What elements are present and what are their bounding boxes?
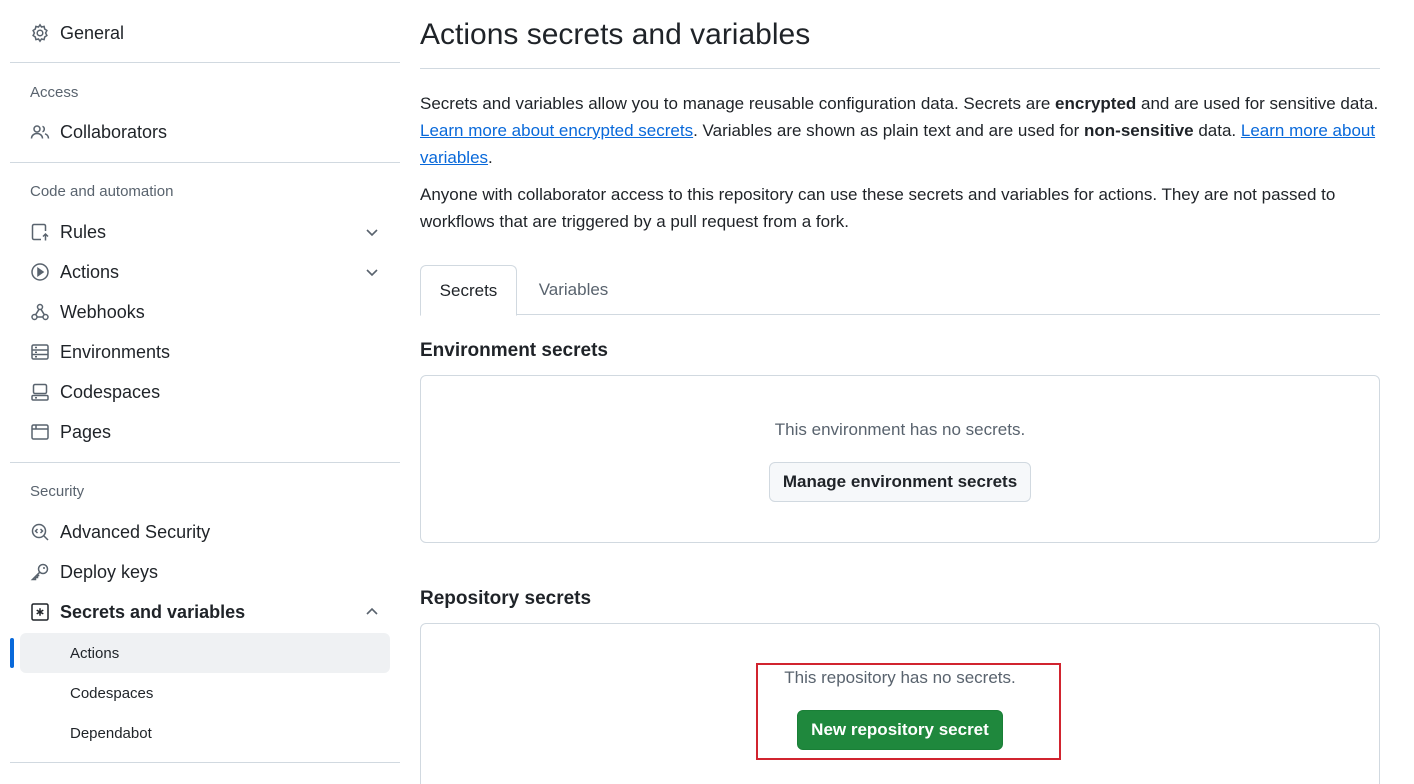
sidebar-item-advanced-security[interactable]: Advanced Security (10, 512, 400, 552)
desc-emphasis: encrypted (1055, 94, 1137, 113)
sidebar-item-collaborators[interactable]: Collaborators (10, 112, 400, 152)
sidebar-item-label: General (60, 22, 125, 43)
secrets-variables-tabs: Secrets Variables (420, 265, 1380, 316)
sidebar-item-webhooks[interactable]: Webhooks (10, 292, 400, 332)
repository-secrets-title: Repository secrets (420, 588, 592, 609)
sidebar-group-access: Access (30, 84, 79, 101)
tab-secrets[interactable]: Secrets (420, 265, 517, 316)
sidebar-item-label: Secrets and variables (60, 601, 246, 622)
highlight-box (756, 663, 1061, 760)
chevron-down-icon[interactable] (364, 264, 380, 280)
sidebar-subitem-label: Actions (70, 644, 120, 662)
active-indicator (10, 638, 14, 668)
repo-push-icon (30, 222, 50, 242)
sidebar-item-label: Deploy keys (60, 561, 159, 582)
key-icon (30, 562, 50, 582)
settings-page: General Access Collaborators Code and au… (0, 0, 1414, 784)
environment-empty-message: This environment has no secrets. (774, 420, 1026, 439)
sidebar-subitem-codespaces[interactable]: Codespaces (20, 673, 390, 713)
codescan-icon (30, 522, 50, 542)
desc-text: Secrets and variables allow you to manag… (420, 94, 1056, 113)
play-icon (30, 262, 50, 282)
environment-secrets-title: Environment secrets (420, 340, 608, 361)
learn-more-secrets-link[interactable]: Learn more about encrypted secrets (420, 121, 693, 140)
desc-emphasis: non-sensitive (1084, 121, 1194, 140)
sidebar-item-label: Rules (60, 221, 107, 242)
sidebar-item-actions[interactable]: Actions (10, 252, 400, 292)
sidebar-item-rules[interactable]: Rules (10, 212, 400, 252)
codespaces-icon (30, 382, 50, 402)
gear-icon (30, 23, 50, 43)
page-title: Actions secrets and variables (420, 18, 811, 51)
desc-text: . (488, 148, 493, 167)
browser-icon (30, 422, 50, 442)
asterisk-icon (30, 602, 50, 622)
sidebar-item-label: Webhooks (60, 301, 145, 322)
sidebar-divider (10, 162, 400, 163)
manage-environment-secrets-button[interactable]: Manage environment secrets (769, 462, 1031, 502)
sidebar-divider (10, 462, 400, 463)
sidebar-subitem-dependabot[interactable]: Dependabot (20, 713, 390, 753)
sidebar-item-general[interactable]: General (10, 13, 400, 53)
sidebar-divider (10, 62, 400, 63)
sidebar-item-label: Codespaces (60, 381, 161, 402)
sidebar-item-label: Collaborators (60, 121, 168, 142)
sidebar-item-codespaces[interactable]: Codespaces (10, 372, 400, 412)
sidebar-group-code-automation: Code and automation (30, 183, 174, 200)
sidebar-item-environments[interactable]: Environments (10, 332, 400, 372)
sidebar-item-label: Environments (60, 341, 171, 362)
desc-text: and are used for sensitive data. (1136, 94, 1379, 113)
sidebar-item-deploy-keys[interactable]: Deploy keys (10, 552, 400, 592)
people-icon (30, 122, 50, 142)
chevron-up-icon[interactable] (364, 604, 380, 620)
server-icon (30, 342, 50, 362)
tab-variables[interactable]: Variables (525, 265, 622, 315)
settings-sidebar: General Access Collaborators Code and au… (10, 0, 400, 784)
desc-text: data. (1193, 121, 1241, 140)
environment-secrets-box: This environment has no secrets. Manage … (420, 375, 1380, 543)
sidebar-subitem-label: Codespaces (70, 684, 154, 702)
chevron-down-icon[interactable] (364, 224, 380, 240)
sidebar-subitem-label: Dependabot (70, 724, 152, 742)
sidebar-divider (10, 762, 400, 763)
title-divider (420, 68, 1380, 69)
sidebar-subitem-actions[interactable]: Actions (10, 633, 390, 673)
sidebar-item-label: Actions (60, 261, 120, 282)
webhook-icon (30, 302, 50, 322)
sidebar-item-label: Advanced Security (60, 521, 211, 542)
collaborator-note: Anyone with collaborator access to this … (420, 185, 1336, 231)
description-paragraph: Secrets and variables allow you to manag… (420, 90, 1380, 171)
sidebar-item-secrets-and-variables[interactable]: Secrets and variables (10, 592, 400, 632)
sidebar-group-security: Security (30, 483, 85, 500)
desc-text: . Variables are shown as plain text and … (693, 121, 1085, 140)
sidebar-item-label: Pages (60, 421, 112, 442)
sidebar-item-pages[interactable]: Pages (10, 412, 400, 452)
